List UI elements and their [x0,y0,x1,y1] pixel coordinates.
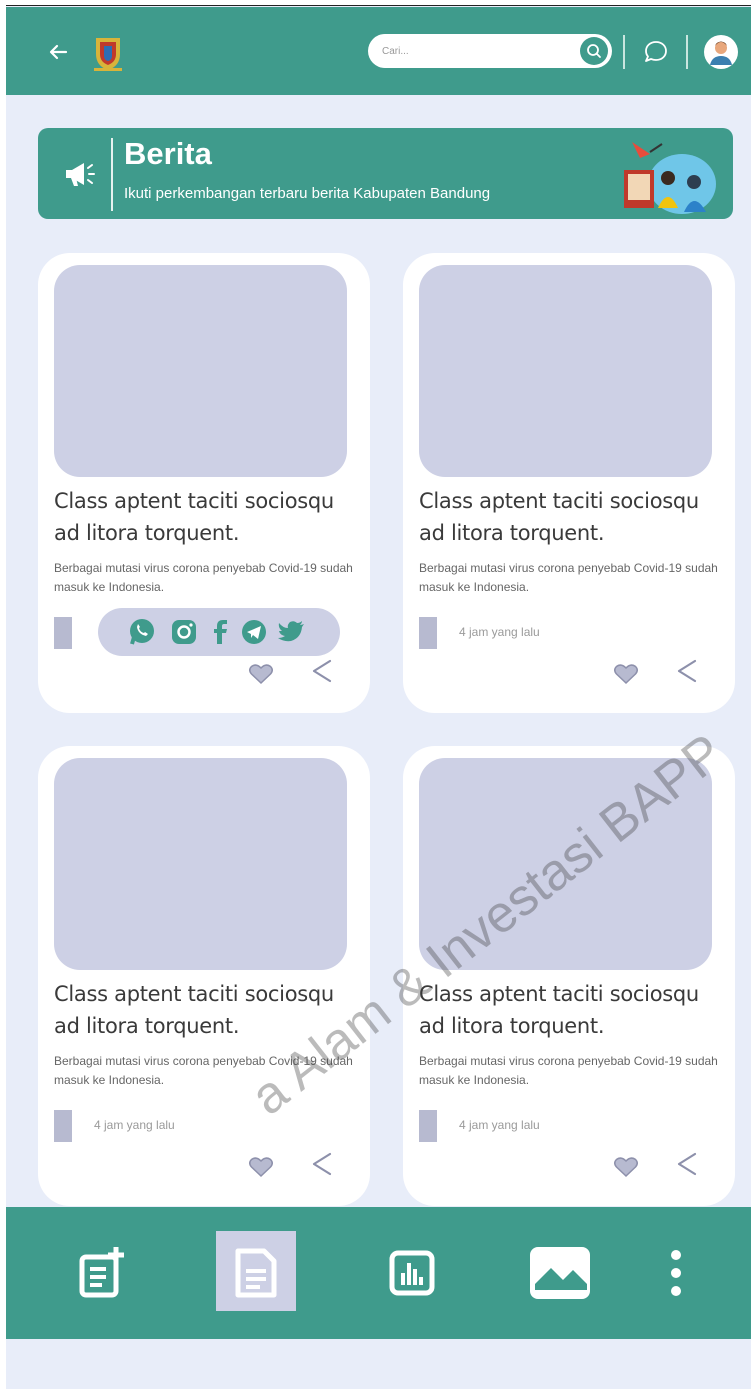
news-title[interactable]: Class aptent taciti sociosqu ad litora t… [54,978,354,1042]
news-card[interactable]: Class aptent taciti sociosqu ad litora t… [38,253,370,713]
like-icon[interactable] [248,663,274,685]
news-image-placeholder[interactable] [54,265,347,477]
statistics-icon [389,1250,435,1296]
news-source-thumbnail [54,1110,72,1142]
news-title[interactable]: Class aptent taciti sociosqu ad litora t… [54,485,354,549]
top-app-bar [6,7,751,95]
news-timestamp: 4 jam yang lalu [459,1118,540,1132]
news-card[interactable]: Class aptent taciti sociosqu ad litora t… [403,253,735,713]
news-title[interactable]: Class aptent taciti sociosqu ad litora t… [419,978,719,1042]
news-illustration-icon [624,142,716,214]
news-description: Berbagai mutasi virus corona penyebab Co… [54,561,353,594]
news-timestamp: 4 jam yang lalu [94,1118,175,1132]
banner-divider [111,138,113,211]
like-icon[interactable] [613,1156,639,1178]
nav-more[interactable] [636,1207,716,1339]
whatsapp-icon[interactable] [126,616,158,648]
bottom-strip [6,1339,751,1389]
header-separator [686,35,688,69]
share-icon[interactable] [310,657,334,685]
news-title[interactable]: Class aptent taciti sociosqu ad litora t… [419,485,719,549]
avatar-graphic [705,36,737,68]
megaphone-icon [66,163,95,186]
news-card[interactable]: Class aptent taciti sociosqu ad litora t… [38,746,370,1206]
chat-icon[interactable] [643,39,669,65]
news-image-placeholder[interactable] [419,758,712,970]
news-image-placeholder[interactable] [54,758,347,970]
search-input[interactable] [382,42,562,60]
nav-add-news[interactable] [62,1207,142,1339]
share-icon[interactable] [310,1150,334,1178]
news-card[interactable]: Class aptent taciti sociosqu ad litora t… [403,746,735,1206]
user-avatar-icon[interactable] [704,35,738,69]
news-source-thumbnail [419,617,437,649]
section-banner: Berita Ikuti perkembangan terbaru berita… [38,128,733,219]
twitter-icon[interactable] [276,616,308,648]
window-left-border [0,0,6,1389]
like-icon[interactable] [613,663,639,685]
facebook-icon[interactable] [204,616,236,648]
news-icon [235,1248,277,1298]
telegram-icon[interactable] [238,616,270,648]
share-icon[interactable] [675,1150,699,1178]
news-description: Berbagai mutasi virus corona penyebab Co… [419,1054,718,1087]
page-subtitle: Ikuti perkembangan terbaru berita Kabupa… [124,185,491,202]
news-source-thumbnail [419,1110,437,1142]
back-arrow-icon[interactable] [46,40,70,64]
window-top-border [0,0,751,6]
page-title: Berita [124,136,212,171]
news-description: Berbagai mutasi virus corona penyebab Co… [419,561,718,594]
nav-statistics[interactable] [372,1207,452,1339]
share-popup [98,608,340,656]
bottom-navigation [6,1207,751,1339]
kabupaten-bandung-logo[interactable] [90,34,126,72]
news-timestamp: 4 jam yang lalu [459,625,540,639]
news-source-thumbnail [54,617,72,649]
share-icon[interactable] [675,657,699,685]
add-news-icon [79,1247,124,1298]
more-icon [671,1250,681,1296]
instagram-icon[interactable] [168,616,200,648]
nav-news[interactable] [216,1207,296,1339]
nav-gallery[interactable] [520,1207,600,1339]
search-bar [368,34,612,68]
like-icon[interactable] [248,1156,274,1178]
gallery-icon [530,1247,590,1299]
search-icon [587,44,601,58]
header-separator [623,35,625,69]
news-image-placeholder[interactable] [419,265,712,477]
search-button[interactable] [580,37,608,65]
news-description: Berbagai mutasi virus corona penyebab Co… [54,1054,353,1087]
